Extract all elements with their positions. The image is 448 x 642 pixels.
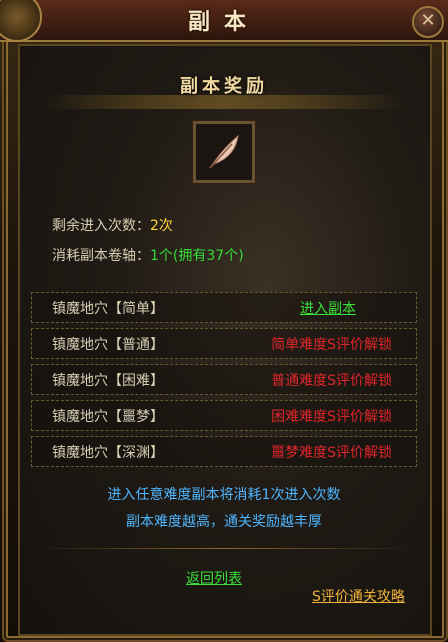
remaining-label: 剩余进入次数： (52, 218, 150, 234)
reward-title: 副本奖励 (180, 76, 268, 97)
scroll-cost: 消耗副本卷轴：1个(拥有37个) (52, 245, 244, 265)
difficulty-name: 镇魔地穴【噩梦】 (52, 409, 164, 425)
unlock-requirement: 困难难度S评价解锁 (271, 409, 392, 425)
s-rank-guide-link[interactable]: S评价通关攻略 (312, 586, 405, 606)
difficulty-row-normal: 镇魔地穴【普通】 简单难度S评价解锁 (31, 328, 417, 359)
back-to-list-link[interactable]: 返回列表 (186, 568, 242, 588)
note-reward: 副本难度越高，通关奖励越丰厚 (126, 514, 322, 530)
difficulty-list: 镇魔地穴【简单】 进入副本 镇魔地穴【普通】 简单难度S评价解锁 镇魔地穴【困难… (31, 292, 417, 472)
unlock-requirement: 噩梦难度S评价解锁 (271, 445, 392, 461)
feather-icon (209, 134, 239, 169)
difficulty-row-nightmare: 镇魔地穴【噩梦】 困难难度S评价解锁 (31, 400, 417, 431)
note-cost: 进入任意难度副本将消耗1次进入次数 (107, 487, 341, 503)
cost-value: 1个 (150, 248, 173, 264)
remaining-entries: 剩余进入次数：2次 (52, 215, 173, 235)
difficulty-name: 镇魔地穴【深渊】 (52, 445, 164, 461)
unlock-requirement: 简单难度S评价解锁 (271, 337, 392, 353)
difficulty-name: 镇魔地穴【困难】 (52, 373, 164, 389)
owned-count: (拥有37个) (172, 248, 244, 264)
reward-item-slot[interactable] (193, 121, 255, 183)
window-title: 副本 (187, 10, 260, 35)
enter-dungeon-button[interactable]: 进入副本 (300, 298, 356, 318)
difficulty-name: 镇魔地穴【普通】 (52, 337, 164, 353)
difficulty-name: 镇魔地穴【简单】 (52, 301, 164, 317)
difficulty-row-hard: 镇魔地穴【困难】 普通难度S评价解锁 (31, 364, 417, 395)
unlock-requirement: 普通难度S评价解锁 (271, 373, 392, 389)
remaining-value: 2次 (150, 218, 173, 234)
cost-label: 消耗副本卷轴： (52, 248, 150, 264)
difficulty-row-easy: 镇魔地穴【简单】 进入副本 (31, 292, 417, 323)
footer-divider (32, 548, 416, 549)
difficulty-row-abyss: 镇魔地穴【深渊】 噩梦难度S评价解锁 (31, 436, 417, 467)
close-button[interactable]: ✕ (412, 6, 444, 38)
dungeon-window: 副本 ✕ 副本奖励 剩余进入次数：2次 消耗副本卷轴：1个(拥有37个) 镇魔地… (0, 0, 448, 642)
